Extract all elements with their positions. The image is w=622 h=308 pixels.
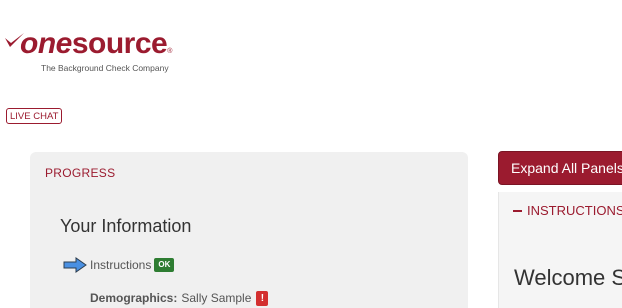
current-step-arrow-icon: [63, 257, 87, 273]
section-heading: Your Information: [60, 216, 192, 236]
instructions-panel-header[interactable]: INSTRUCTIONS: [513, 203, 622, 218]
collapse-minus-icon: [513, 209, 522, 212]
welcome-heading: Welcome S: [514, 265, 622, 290]
step-demographics[interactable]: Demographics: Sally Sample !: [90, 289, 269, 307]
progress-title: PROGRESS: [45, 166, 116, 180]
expand-all-panels-button[interactable]: Expand All Panels: [498, 151, 622, 185]
demographics-value: Sally Sample: [181, 291, 252, 305]
logo-source: source: [71, 27, 168, 60]
onesource-logo[interactable]: onesource® The Background Check Company: [4, 26, 204, 78]
demographics-label: Demographics:: [90, 291, 178, 305]
instructions-header-label: INSTRUCTIONS: [527, 203, 622, 218]
live-chat-button[interactable]: LIVE CHAT: [6, 108, 63, 124]
logo-wordmark: onesource®: [20, 26, 172, 62]
logo-one: one: [20, 27, 72, 60]
status-badge-alert: !: [256, 290, 269, 306]
step-instructions[interactable]: Instructions OK: [63, 256, 175, 274]
logo-tagline: The Background Check Company: [41, 63, 169, 73]
status-badge-ok: OK: [154, 258, 175, 272]
registered-mark: ®: [167, 48, 172, 55]
progress-panel: PROGRESS Your Information Instructions O…: [30, 152, 468, 308]
step-label: Instructions: [90, 258, 152, 272]
